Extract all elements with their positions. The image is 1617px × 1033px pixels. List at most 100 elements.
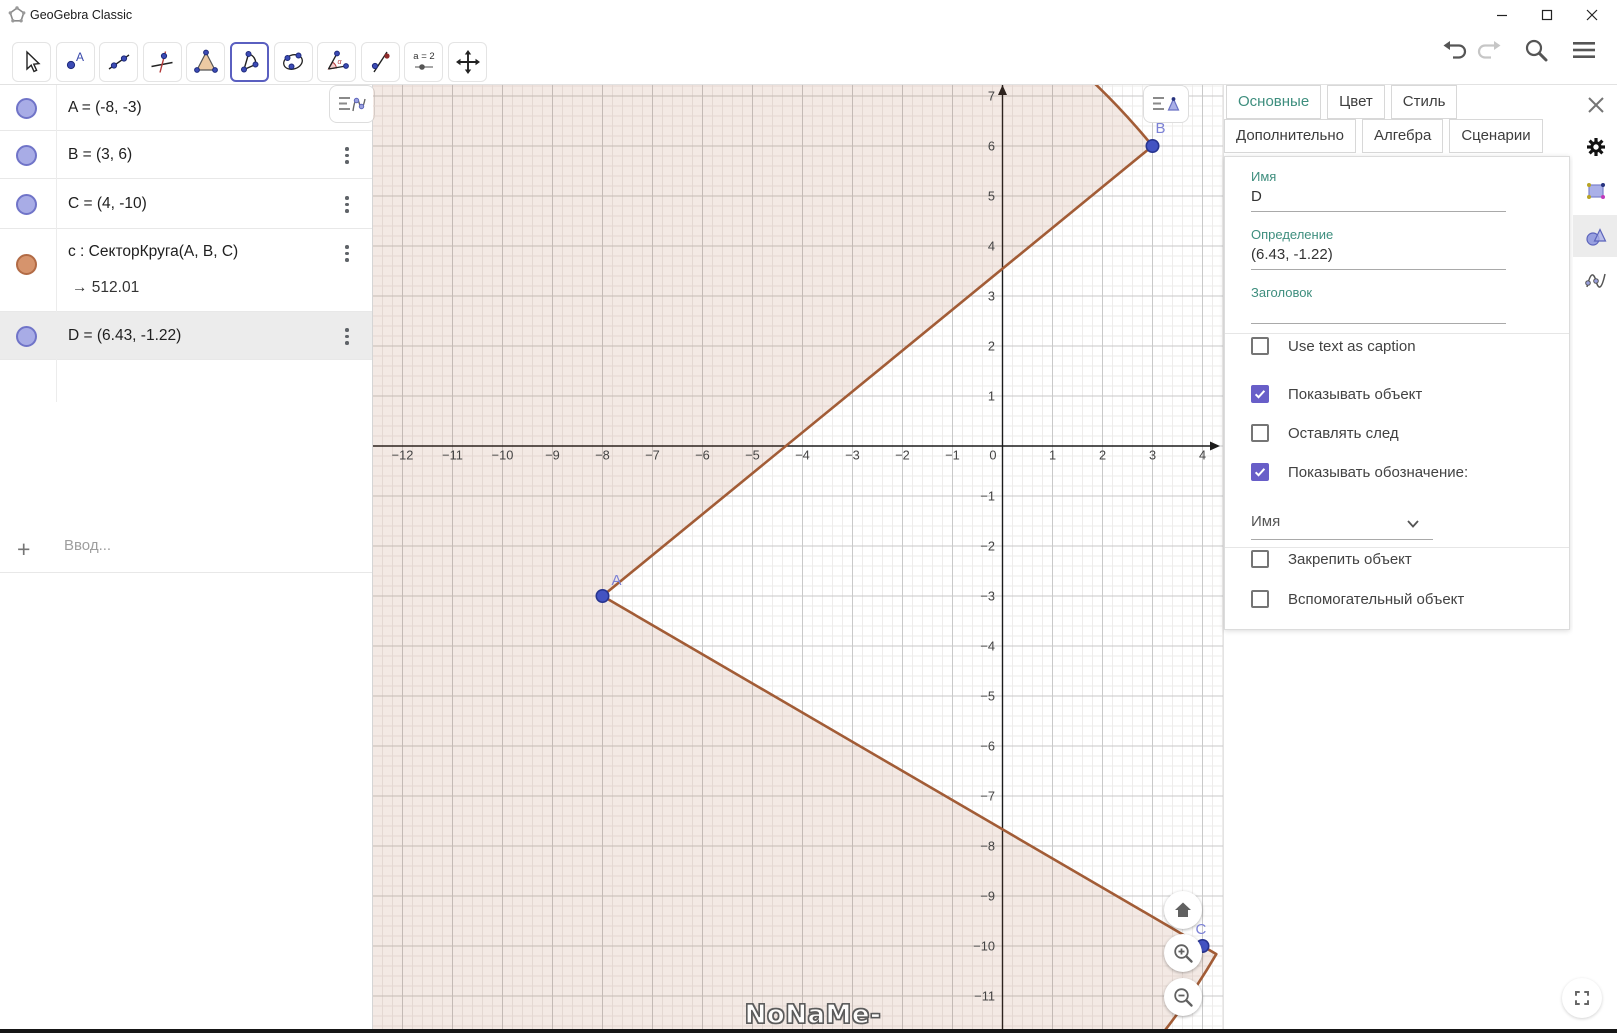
app-window: GeoGebra Classic Aα a = 2 A = (-8, -3) B … bbox=[0, 0, 1617, 1033]
graphics-settings-button[interactable] bbox=[1583, 178, 1609, 204]
function-inspector-button[interactable] bbox=[1583, 268, 1609, 294]
name-field-value[interactable]: D bbox=[1251, 188, 1506, 212]
visibility-toggle[interactable] bbox=[16, 144, 37, 166]
checkbox[interactable] bbox=[1251, 424, 1269, 442]
y-axis-tick-label: −5 bbox=[980, 689, 995, 704]
close-button[interactable] bbox=[1569, 0, 1615, 30]
graph-point-label-A: A bbox=[612, 572, 622, 589]
y-axis-tick-label: −9 bbox=[980, 889, 995, 904]
checkbox-row[interactable]: Закрепить объект bbox=[1251, 550, 1412, 568]
x-axis-tick-label: −1 bbox=[945, 448, 960, 463]
checkbox-checked[interactable] bbox=[1251, 463, 1269, 481]
redo-button[interactable] bbox=[1472, 33, 1506, 67]
graphics-view-button[interactable] bbox=[1583, 223, 1609, 249]
tool-point[interactable]: A bbox=[55, 42, 95, 82]
tab-алгебра[interactable]: Алгебра bbox=[1361, 119, 1444, 153]
row-menu-button[interactable] bbox=[340, 328, 354, 345]
checkbox-checked[interactable] bbox=[1251, 385, 1269, 403]
label-style-dropdown[interactable]: Имя bbox=[1251, 513, 1433, 531]
bottom-strip bbox=[0, 1029, 1617, 1033]
x-axis-tick-label: −4 bbox=[795, 448, 810, 463]
zoom-in-button[interactable] bbox=[1164, 934, 1202, 972]
tool-reflect[interactable] bbox=[360, 42, 400, 82]
minimize-button[interactable] bbox=[1479, 0, 1525, 30]
sort-and-triangle-icon bbox=[1153, 97, 1180, 111]
y-axis-tick-label: 2 bbox=[988, 339, 995, 354]
visibility-toggle[interactable] bbox=[16, 97, 37, 119]
dropdown-underline bbox=[1251, 539, 1433, 540]
tab-сценарии[interactable]: Сценарии bbox=[1449, 119, 1543, 153]
row-menu-button[interactable] bbox=[340, 147, 354, 164]
y-axis-tick-label: 4 bbox=[988, 239, 995, 254]
checkbox-row[interactable]: Показывать обозначение: bbox=[1251, 463, 1468, 481]
tool-polygon[interactable] bbox=[186, 42, 226, 82]
checkbox-row[interactable]: Вспомогательный объект bbox=[1251, 590, 1464, 608]
definition-field-value[interactable]: (6.43, -1.22) bbox=[1251, 246, 1506, 270]
x-axis-tick-label: −3 bbox=[845, 448, 860, 463]
triangle-circle-icon bbox=[1586, 228, 1607, 246]
move-graphics-icon bbox=[455, 50, 480, 74]
divider bbox=[1225, 547, 1569, 548]
menu-button[interactable] bbox=[1567, 33, 1601, 67]
object-definition: c : СекторКруга(A, B, C) bbox=[68, 243, 239, 260]
plus-icon[interactable]: + bbox=[17, 536, 30, 563]
tab-дополнительно[interactable]: Дополнительно bbox=[1224, 119, 1356, 153]
row-menu-button[interactable] bbox=[340, 245, 354, 262]
perpendicular-line-icon bbox=[151, 51, 173, 73]
checkbox[interactable] bbox=[1251, 550, 1269, 568]
y-axis-tick-label: 1 bbox=[988, 389, 995, 404]
tab-основные[interactable]: Основные bbox=[1226, 85, 1322, 119]
maximize-button[interactable] bbox=[1524, 0, 1570, 30]
home-button[interactable] bbox=[1164, 891, 1202, 929]
visibility-toggle[interactable] bbox=[16, 254, 37, 275]
graphics-stylebar-button[interactable] bbox=[1143, 85, 1189, 123]
y-axis-tick-label: −8 bbox=[980, 839, 995, 854]
toolbar: Aα a = 2 bbox=[0, 30, 1617, 85]
checkbox-label: Use text as caption bbox=[1288, 337, 1416, 355]
tool-conic[interactable] bbox=[273, 42, 313, 82]
object-definition: D = (6.43, -1.22) bbox=[68, 327, 182, 344]
close-panel-button[interactable] bbox=[1583, 92, 1609, 118]
y-axis-tick-label: −3 bbox=[980, 589, 995, 604]
tool-perpendicular-line[interactable] bbox=[142, 42, 182, 82]
graph-point-A[interactable] bbox=[595, 588, 610, 603]
checkbox[interactable] bbox=[1251, 590, 1269, 608]
algebra-input-row[interactable]: + bbox=[0, 530, 372, 573]
caption-field-value[interactable] bbox=[1251, 297, 1506, 324]
graph-point-B[interactable] bbox=[1145, 138, 1160, 153]
checkbox-row[interactable]: Use text as caption bbox=[1251, 337, 1416, 355]
tool-move-cursor[interactable] bbox=[12, 42, 51, 82]
checkbox-label: Закрепить объект bbox=[1288, 550, 1412, 568]
tool-move-graphics[interactable] bbox=[448, 42, 487, 82]
algebra-stylebar-button[interactable] bbox=[329, 85, 375, 123]
checkbox-row[interactable]: Показывать объект bbox=[1251, 385, 1422, 403]
settings-gear-button[interactable] bbox=[1583, 134, 1609, 160]
algebra-input[interactable] bbox=[62, 536, 356, 555]
graphics-view[interactable]: −12 −11 −10 −9 −8 −7 −6 −5 −4 −3 −2 −1 0 1 2 3 47654321−… bbox=[373, 85, 1223, 1033]
visibility-toggle[interactable] bbox=[16, 193, 37, 215]
window-title: GeoGebra Classic bbox=[30, 8, 133, 22]
tool-angle[interactable]: α bbox=[317, 42, 357, 82]
slider-icon: a = 2 bbox=[413, 51, 435, 70]
checkbox-row[interactable]: Оставлять след bbox=[1251, 424, 1399, 442]
checkbox[interactable] bbox=[1251, 337, 1269, 355]
y-axis-tick-label: −2 bbox=[980, 539, 995, 554]
checkbox-label: Показывать объект bbox=[1288, 385, 1423, 403]
home-icon bbox=[1175, 902, 1191, 917]
tool-slider[interactable]: a = 2 bbox=[404, 42, 444, 82]
zoom-out-button[interactable] bbox=[1164, 978, 1202, 1016]
tab-цвет[interactable]: Цвет bbox=[1327, 85, 1385, 119]
tool-circular-arc[interactable] bbox=[230, 42, 269, 82]
row-menu-button[interactable] bbox=[340, 196, 354, 213]
visibility-toggle[interactable] bbox=[16, 325, 37, 347]
tab-стиль[interactable]: Стиль bbox=[1390, 85, 1458, 119]
search-button[interactable] bbox=[1519, 33, 1553, 67]
fullscreen-button[interactable] bbox=[1562, 978, 1602, 1018]
circular-sector-region[interactable] bbox=[373, 85, 1218, 1033]
properties-panel: Имя D Определение (6.43, -1.22) Заголово… bbox=[1224, 156, 1570, 630]
undo-button[interactable] bbox=[1438, 33, 1472, 67]
move-cursor-icon bbox=[25, 50, 41, 73]
divider bbox=[1225, 333, 1569, 334]
tool-line[interactable] bbox=[99, 42, 139, 82]
y-axis-tick-label: 3 bbox=[988, 289, 995, 304]
